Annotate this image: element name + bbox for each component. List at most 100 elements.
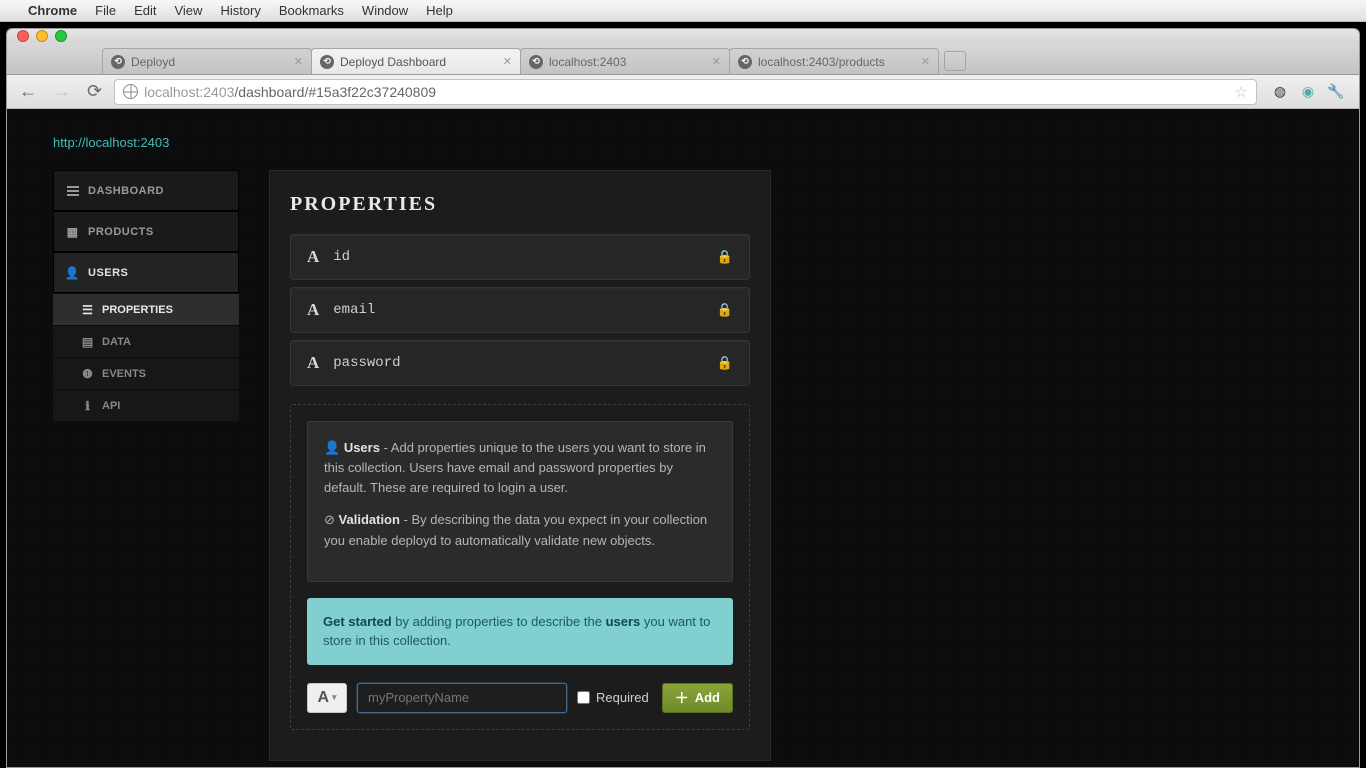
sidebar-item-label: USERS bbox=[88, 267, 128, 279]
help-panel: 👤 Users - Add properties unique to the u… bbox=[290, 404, 750, 730]
sidebar-subitem-api[interactable]: ℹ API bbox=[53, 389, 239, 421]
add-button-label: Add bbox=[695, 690, 720, 705]
type-string-icon: A bbox=[307, 247, 319, 267]
browser-toolbar: ← → ⟳ localhost:2403/dashboard/#15a3f22c… bbox=[7, 75, 1359, 109]
extension-icon[interactable]: ◍ bbox=[1271, 83, 1289, 101]
sidebar-subitem-label: DATA bbox=[102, 336, 131, 348]
main-panel: PROPERTIES A id 🔒 A email 🔒 A password 🔒 bbox=[269, 170, 771, 761]
menubar-item[interactable]: View bbox=[174, 3, 202, 18]
menubar-item[interactable]: File bbox=[95, 3, 116, 18]
user-icon: 👤 bbox=[324, 440, 340, 455]
plus-icon: ＋ bbox=[675, 688, 689, 708]
favicon-icon: ⟲ bbox=[320, 55, 334, 69]
menubar-item[interactable]: History bbox=[220, 3, 260, 18]
sidebar: DASHBOARD ▦ PRODUCTS 👤 USERS ☰ PROPERTIE… bbox=[53, 170, 239, 761]
info-icon: ℹ bbox=[81, 399, 94, 412]
page-title: PROPERTIES bbox=[290, 193, 750, 216]
window-titlebar bbox=[7, 29, 1359, 43]
sidebar-subitem-properties[interactable]: ☰ PROPERTIES bbox=[53, 293, 239, 325]
brand-link[interactable]: http://localhost:2403 bbox=[53, 135, 1359, 150]
help-validation-text: ⊘ Validation - By describing the data yo… bbox=[324, 510, 716, 550]
lock-icon: 🔒 bbox=[717, 302, 733, 318]
favicon-icon: ⟲ bbox=[111, 55, 125, 69]
url-text: localhost:2403/dashboard/#15a3f22c372408… bbox=[144, 84, 436, 100]
add-button[interactable]: ＋ Add bbox=[662, 683, 733, 713]
forward-button[interactable]: → bbox=[49, 81, 75, 102]
sidebar-item-label: PRODUCTS bbox=[88, 226, 154, 238]
tab-title: localhost:2403/products bbox=[758, 55, 885, 69]
sidebar-item-products[interactable]: ▦ PRODUCTS bbox=[53, 211, 239, 252]
add-property-bar: A ▾ Required ＋ Add bbox=[307, 683, 733, 713]
address-bar[interactable]: localhost:2403/dashboard/#15a3f22c372408… bbox=[114, 79, 1257, 105]
favicon-icon: ⟲ bbox=[529, 55, 543, 69]
sidebar-subitem-label: PROPERTIES bbox=[102, 304, 173, 316]
menubar-item[interactable]: Bookmarks bbox=[279, 3, 344, 18]
grid-icon: ▦ bbox=[66, 225, 79, 238]
tab-close-icon[interactable]: ✕ bbox=[921, 55, 930, 68]
bookmark-star-icon[interactable]: ☆ bbox=[1235, 83, 1248, 101]
menubar-item[interactable]: Window bbox=[362, 3, 408, 18]
tab-title: Deployd bbox=[131, 55, 175, 69]
sidebar-subitem-label: API bbox=[102, 400, 120, 412]
tab-title: localhost:2403 bbox=[549, 55, 626, 69]
property-name: id bbox=[333, 249, 350, 265]
list-icon: ☰ bbox=[81, 303, 94, 316]
reload-button[interactable]: ⟳ bbox=[83, 81, 106, 102]
type-string-icon: A bbox=[307, 300, 319, 320]
browser-tab[interactable]: ⟲ localhost:2403/products ✕ bbox=[729, 48, 939, 74]
menubar-app[interactable]: Chrome bbox=[28, 3, 77, 18]
back-button[interactable]: ← bbox=[15, 81, 41, 102]
property-name: password bbox=[333, 355, 400, 371]
tip-callout: Get started by adding properties to desc… bbox=[307, 598, 733, 665]
property-row[interactable]: A id 🔒 bbox=[290, 234, 750, 280]
lock-icon: 🔒 bbox=[717, 249, 733, 265]
required-label: Required bbox=[596, 690, 649, 705]
window-close-button[interactable] bbox=[17, 30, 29, 42]
favicon-icon: ⟲ bbox=[738, 55, 752, 69]
type-string-icon: A bbox=[307, 353, 319, 373]
help-card: 👤 Users - Add properties unique to the u… bbox=[307, 421, 733, 582]
property-name: email bbox=[333, 302, 375, 318]
extension-icon[interactable]: ◉ bbox=[1299, 83, 1317, 101]
sidebar-item-dashboard[interactable]: DASHBOARD bbox=[53, 170, 239, 211]
required-checkbox-input[interactable] bbox=[577, 691, 590, 704]
page-content: http://localhost:2403 DASHBOARD ▦ PRODUC… bbox=[7, 109, 1359, 768]
chrome-window: ⟲ Deployd ✕ ⟲ Deployd Dashboard ✕ ⟲ loca… bbox=[6, 28, 1360, 768]
user-icon: 👤 bbox=[66, 266, 79, 279]
mac-menubar: Chrome File Edit View History Bookmarks … bbox=[0, 0, 1366, 22]
window-zoom-button[interactable] bbox=[55, 30, 67, 42]
window-minimize-button[interactable] bbox=[36, 30, 48, 42]
table-icon: ▤ bbox=[81, 335, 94, 348]
property-row[interactable]: A email 🔒 bbox=[290, 287, 750, 333]
sidebar-subitem-data[interactable]: ▤ DATA bbox=[53, 325, 239, 357]
sidebar-item-label: DASHBOARD bbox=[88, 185, 164, 197]
menubar-item[interactable]: Help bbox=[426, 3, 453, 18]
required-checkbox[interactable]: Required bbox=[577, 690, 649, 705]
type-glyph: A bbox=[317, 689, 329, 707]
help-users-text: 👤 Users - Add properties unique to the u… bbox=[324, 438, 716, 498]
globe-icon bbox=[123, 84, 138, 99]
list-icon bbox=[66, 184, 79, 197]
browser-tab[interactable]: ⟲ localhost:2403 ✕ bbox=[520, 48, 730, 74]
sidebar-subitem-events[interactable]: ❶ EVENTS bbox=[53, 357, 239, 389]
tab-close-icon[interactable]: ✕ bbox=[294, 55, 303, 68]
menubar-item[interactable]: Edit bbox=[134, 3, 156, 18]
tab-close-icon[interactable]: ✕ bbox=[712, 55, 721, 68]
info-icon: ❶ bbox=[81, 367, 94, 380]
browser-tab[interactable]: ⟲ Deployd ✕ bbox=[102, 48, 312, 74]
forbidden-icon: ⊘ bbox=[324, 512, 335, 527]
browser-tab[interactable]: ⟲ Deployd Dashboard ✕ bbox=[311, 48, 521, 74]
extension-icons: ◍ ◉ 🔧 bbox=[1265, 83, 1351, 101]
property-row[interactable]: A password 🔒 bbox=[290, 340, 750, 386]
sidebar-subnav: ☰ PROPERTIES ▤ DATA ❶ EVENTS ℹ API bbox=[53, 293, 239, 421]
chevron-down-icon: ▾ bbox=[332, 692, 337, 703]
tab-close-icon[interactable]: ✕ bbox=[503, 55, 512, 68]
sidebar-subitem-label: EVENTS bbox=[102, 368, 146, 380]
type-select[interactable]: A ▾ bbox=[307, 683, 347, 713]
tab-title: Deployd Dashboard bbox=[340, 55, 446, 69]
wrench-icon[interactable]: 🔧 bbox=[1327, 83, 1345, 101]
new-tab-button[interactable] bbox=[944, 51, 966, 71]
property-name-input[interactable] bbox=[357, 683, 567, 713]
lock-icon: 🔒 bbox=[717, 355, 733, 371]
sidebar-item-users[interactable]: 👤 USERS bbox=[53, 252, 239, 293]
